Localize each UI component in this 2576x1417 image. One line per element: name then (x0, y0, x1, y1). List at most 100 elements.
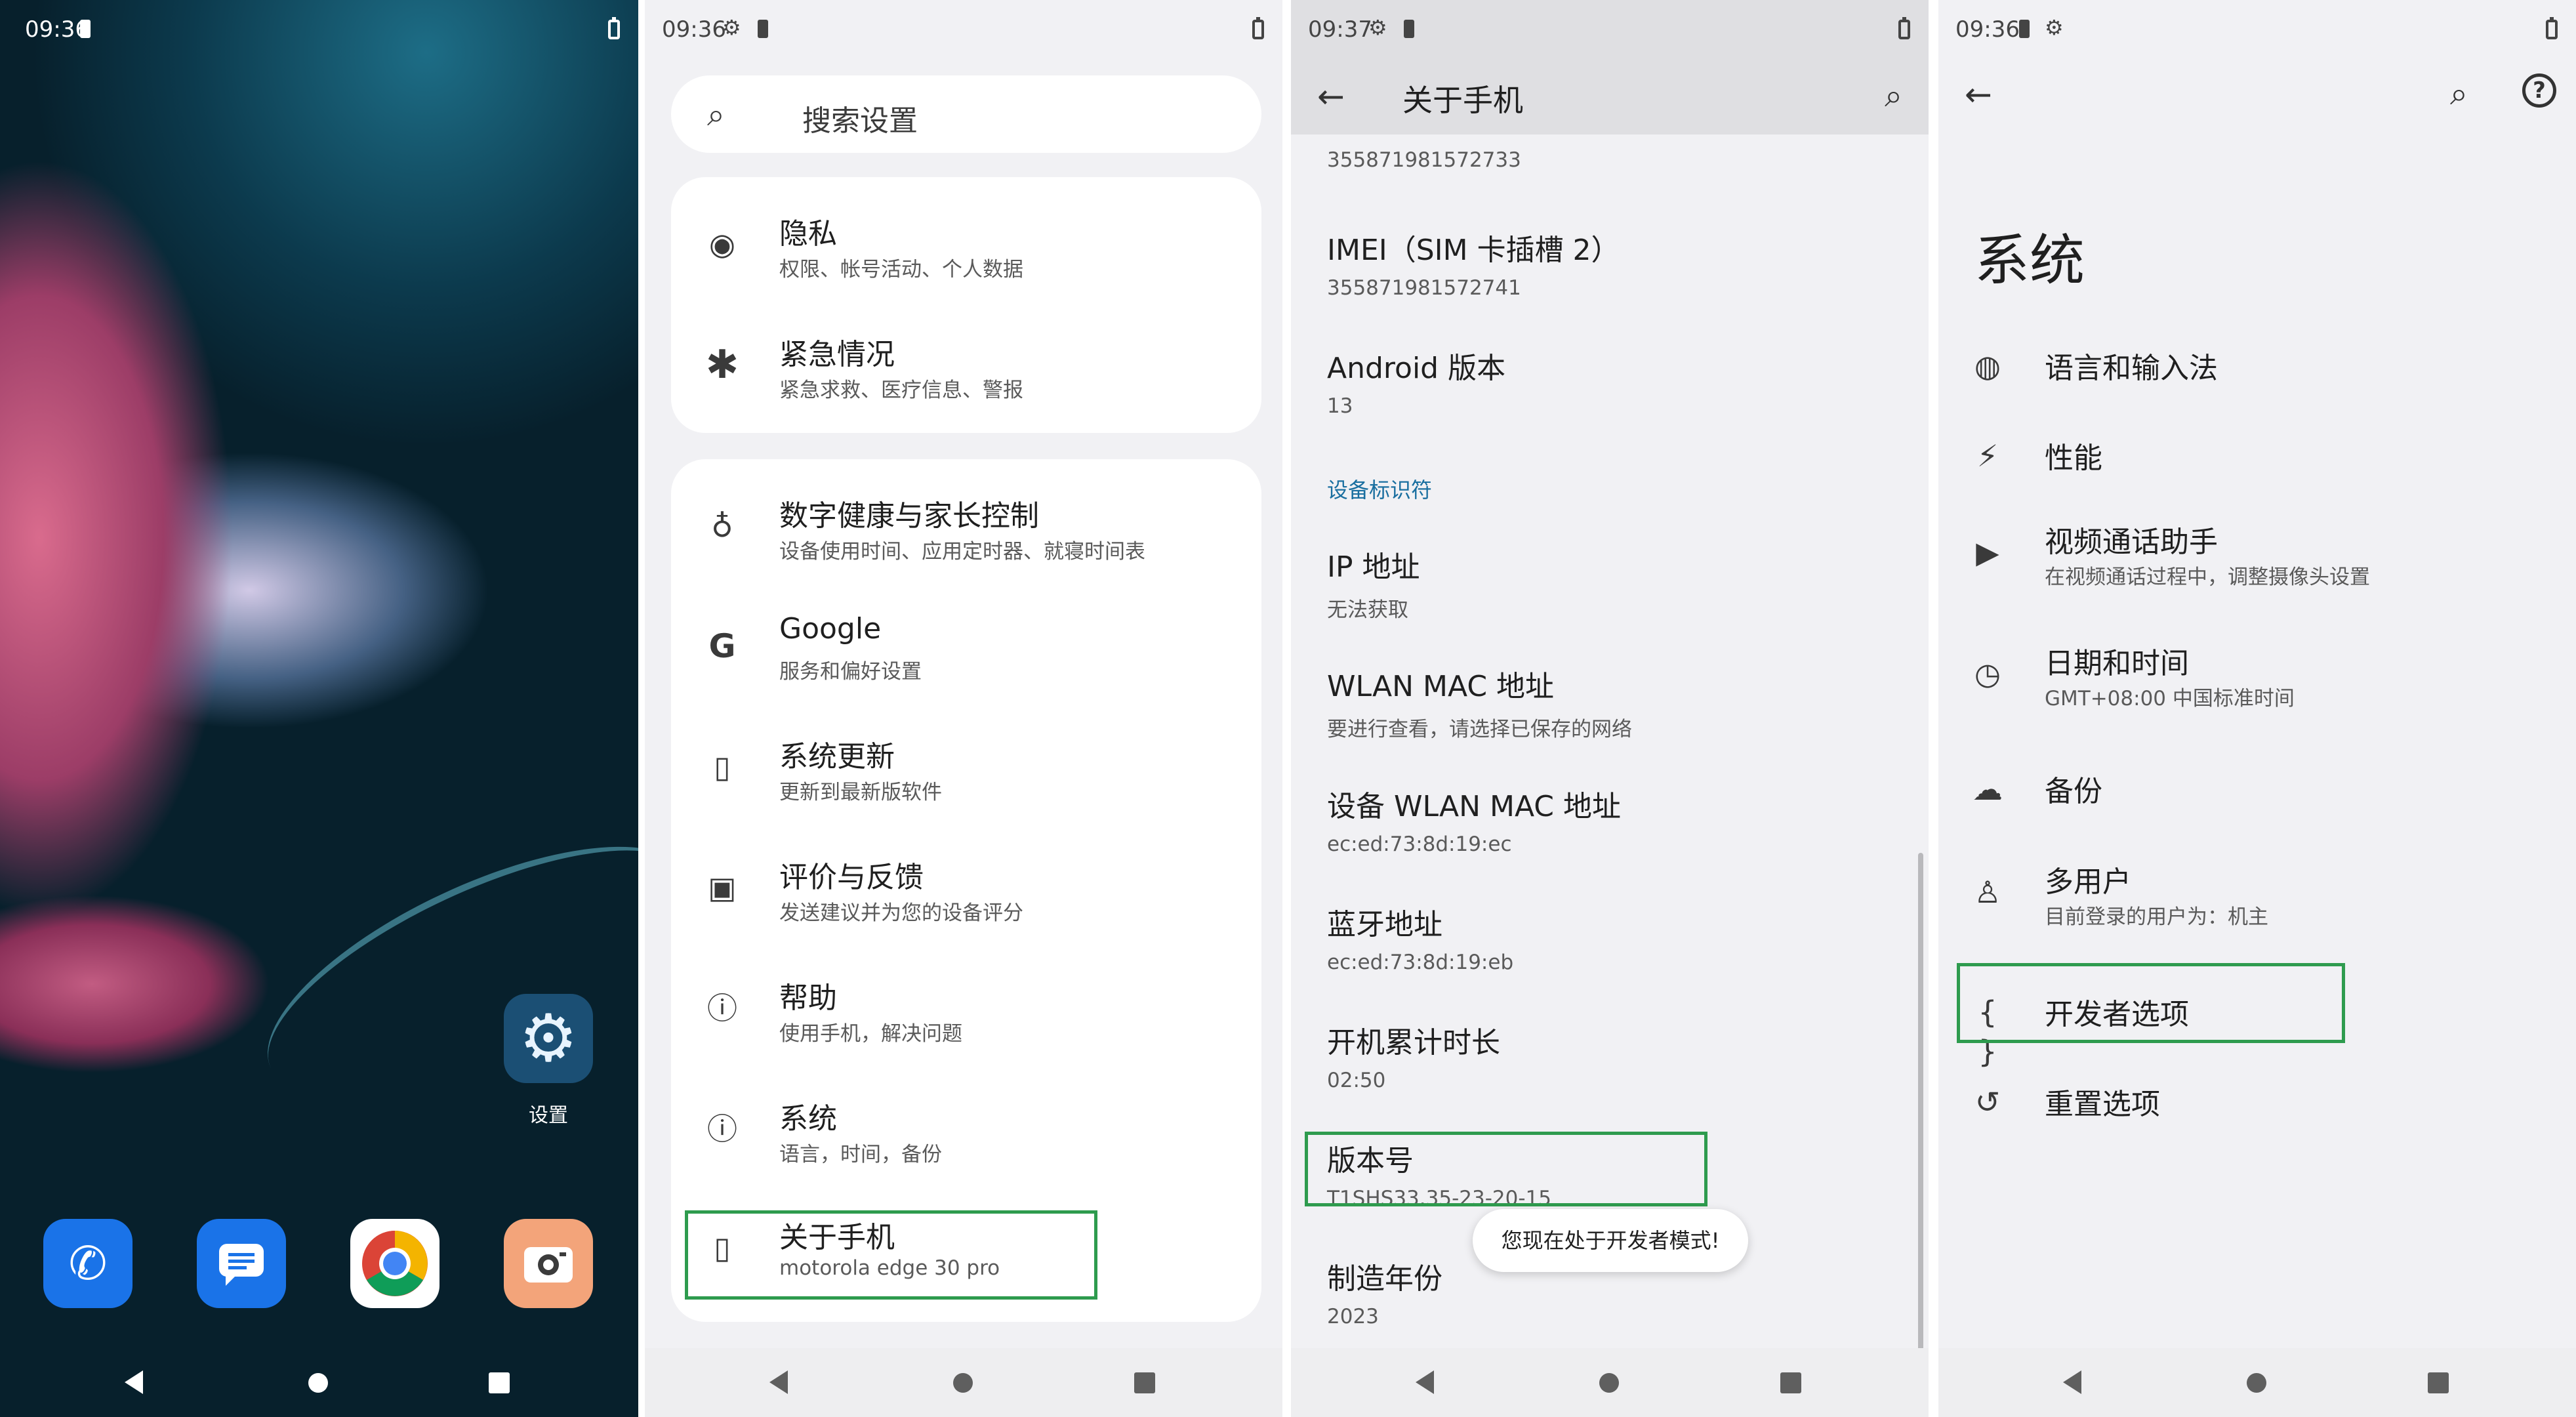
search-placeholder: 搜索设置 (802, 104, 918, 138)
search-icon: ⌕ (707, 96, 725, 133)
home-nav-icon[interactable] (953, 1373, 973, 1393)
chrome-app-icon[interactable] (350, 1219, 440, 1308)
battery-icon (2546, 17, 2558, 39)
info-value: 2023 (1327, 1305, 1379, 1328)
search-icon[interactable]: ⌕ (2450, 75, 2468, 113)
system-item-language-input[interactable]: ◍ 语言和输入法 (1938, 331, 2576, 436)
item-subtitle: 紧急求救、医疗信息、警报 (779, 379, 1023, 402)
cloud-backup-icon: ☁ (1973, 771, 2003, 807)
info-value: ec:ed:73:8d:19:ec (1327, 832, 1512, 856)
item-title: 性能 (2045, 442, 2102, 475)
video-camera-icon: ▶ (1976, 535, 1999, 570)
info-title: IMEI（SIM 卡插槽 2） (1327, 234, 1620, 267)
back-nav-icon[interactable] (2063, 1370, 2081, 1394)
item-title: 多用户 (2045, 865, 2131, 899)
wallpaper (0, 0, 638, 1417)
item-subtitle: 更新到最新版软件 (779, 781, 942, 804)
settings-item-feedback[interactable]: ▣ 评价与反馈 发送建议并为您的设备评分 (671, 834, 1261, 952)
performance-icon: ⚡ (1976, 438, 1999, 474)
phone-app-icon[interactable]: ✆ (43, 1219, 133, 1308)
settings-item-system[interactable]: ⓘ 系统 语言，时间，备份 (671, 1075, 1261, 1193)
notification-icon (758, 20, 768, 38)
back-arrow-icon[interactable]: ← (1965, 75, 1992, 113)
system-item-video-call-assistant[interactable]: ▶ 视频通话助手 在视频通话过程中，调整摄像头设置 (1938, 518, 2576, 623)
highlight-box-build-number (1305, 1132, 1707, 1206)
feedback-icon: ▣ (708, 870, 737, 905)
notification-icon (1404, 20, 1414, 38)
messages-app-icon[interactable] (197, 1219, 286, 1308)
info-value: 要进行查看，请选择已保存的网络 (1327, 718, 1632, 741)
info-value: 355871981572741 (1327, 276, 1521, 300)
recents-nav-icon[interactable] (489, 1372, 510, 1393)
help-icon: ⓘ (707, 991, 737, 1026)
item-title: 语言和输入法 (2045, 352, 2218, 385)
settings-item-emergency[interactable]: ✱ 紧急情况 紧急求救、医疗信息、警报 (671, 311, 1261, 429)
item-subtitle: 目前登录的用户为：机主 (2045, 905, 2268, 929)
status-bar: 09:36 ⚙ (1938, 0, 2576, 59)
item-subtitle: GMT+08:00 中国标准时间 (2045, 687, 2295, 710)
info-imei-slot2[interactable]: IMEI（SIM 卡插槽 2） 355871981572741 (1327, 226, 1620, 300)
info-bluetooth-address[interactable]: 蓝牙地址 ec:ed:73:8d:19:eb (1327, 901, 1513, 974)
item-subtitle: 服务和偏好设置 (779, 660, 922, 684)
navigation-bar (1938, 1348, 2576, 1417)
clock-icon: ◷ (1974, 656, 2001, 691)
item-title: 评价与反馈 (779, 861, 924, 894)
user-icon: ♙ (1974, 874, 2001, 910)
info-device-wlan-mac[interactable]: 设备 WLAN MAC 地址 ec:ed:73:8d:19:ec (1327, 783, 1621, 856)
info-wlan-mac[interactable]: WLAN MAC 地址 要进行查看，请选择已保存的网络 (1327, 663, 1632, 742)
back-nav-icon[interactable] (1416, 1370, 1434, 1394)
scrollbar[interactable] (1918, 853, 1923, 1351)
settings-item-help[interactable]: ⓘ 帮助 使用手机，解决问题 (671, 955, 1261, 1073)
developer-mode-toast: 您现在处于开发者模式! (1473, 1209, 1748, 1272)
item-title: 隐私 (779, 217, 837, 251)
item-title: 系统 (779, 1102, 837, 1136)
system-item-reset-options[interactable]: ↺ 重置选项 (1938, 1067, 2576, 1172)
settings-item-system-update[interactable]: ▯ 系统更新 更新到最新版软件 (671, 713, 1261, 831)
settings-item-digital-wellbeing[interactable]: ♁ 数字健康与家长控制 设备使用时间、应用定时器、就寝时间表 (671, 472, 1261, 590)
info-ip-address[interactable]: IP 地址 无法获取 (1327, 543, 1420, 623)
globe-icon: ◍ (1974, 348, 2001, 384)
status-bar: 09:37 ⚙ (1291, 0, 1929, 59)
search-icon[interactable]: ⌕ (1885, 77, 1902, 115)
settings-status-icon: ⚙ (1368, 15, 1387, 40)
settings-status-icon: ⚙ (2045, 15, 2064, 40)
status-bar: 09:36 (0, 0, 638, 59)
status-bar: 09:36 ⚙ (645, 0, 1282, 59)
home-nav-icon[interactable] (308, 1373, 328, 1393)
back-arrow-icon[interactable]: ← (1317, 77, 1345, 115)
highlight-box-developer-options (1957, 963, 2345, 1043)
home-nav-icon[interactable] (2247, 1373, 2266, 1393)
item-title: 数字健康与家长控制 (779, 499, 1039, 533)
system-item-date-time[interactable]: ◷ 日期和时间 GMT+08:00 中国标准时间 (1938, 640, 2576, 745)
system-item-backup[interactable]: ☁ 备份 (1938, 754, 2576, 859)
back-nav-icon[interactable] (125, 1370, 143, 1394)
info-title: 制造年份 (1327, 1262, 1442, 1296)
search-settings-bar[interactable]: ⌕ 搜索设置 (671, 75, 1261, 153)
info-title: 开机累计时长 (1327, 1026, 1500, 1059)
recents-nav-icon[interactable] (2428, 1372, 2449, 1393)
info-value: ec:ed:73:8d:19:eb (1327, 951, 1514, 974)
item-subtitle: 语言，时间，备份 (779, 1143, 942, 1166)
settings-app-icon[interactable]: ⚙ (504, 994, 593, 1083)
info-value: 02:50 (1327, 1069, 1386, 1092)
settings-item-privacy[interactable]: ◉ 隐私 权限、帐号活动、个人数据 (671, 190, 1261, 308)
info-value: 13 (1327, 394, 1353, 418)
info-manufacture-year[interactable]: 制造年份 2023 (1327, 1255, 1442, 1328)
system-item-performance[interactable]: ⚡ 性能 (1938, 421, 2576, 526)
info-value: 无法获取 (1327, 598, 1408, 622)
system-item-multiple-users[interactable]: ♙ 多用户 目前登录的用户为：机主 (1938, 858, 2576, 963)
camera-app-icon[interactable] (504, 1219, 593, 1308)
item-title: 视频通话助手 (2045, 525, 2218, 559)
info-uptime[interactable]: 开机累计时长 02:50 (1327, 1019, 1500, 1092)
recents-nav-icon[interactable] (1134, 1372, 1155, 1393)
back-nav-icon[interactable] (769, 1370, 788, 1394)
system-panel: 09:36 ⚙ ← ⌕ ? 系统 ◍ 语言和输入法 ⚡ 性能 ▶ 视频通话助手 … (1938, 0, 2576, 1417)
info-android-version[interactable]: Android 版本 13 (1327, 344, 1505, 418)
item-subtitle: 使用手机，解决问题 (779, 1022, 962, 1046)
recents-nav-icon[interactable] (1780, 1372, 1801, 1393)
help-icon[interactable]: ? (2522, 73, 2556, 108)
home-nav-icon[interactable] (1599, 1373, 1619, 1393)
item-title: Google (779, 612, 882, 646)
settings-item-google[interactable]: G Google 服务和偏好设置 (671, 592, 1261, 710)
settings-panel: 09:36 ⚙ ⌕ 搜索设置 ◉ 隐私 权限、帐号活动、个人数据 ✱ 紧急情况 … (645, 0, 1282, 1417)
